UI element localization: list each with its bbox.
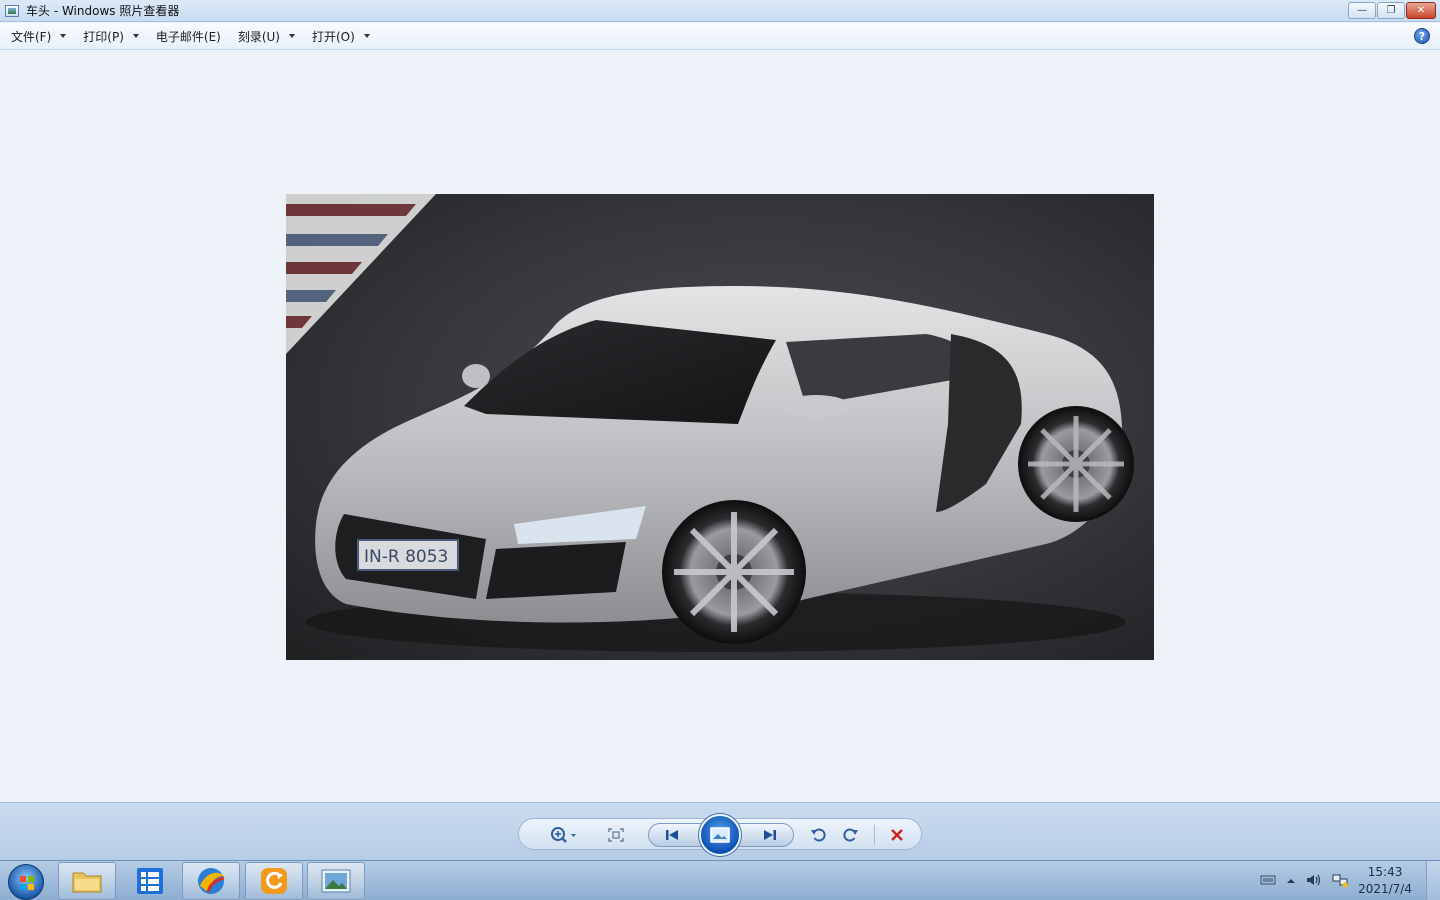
car-photo-illustration: IN-R 8053: [286, 194, 1134, 652]
menu-email-label: 电子邮件(E): [155, 29, 221, 44]
keyboard-icon[interactable]: [1260, 874, 1276, 889]
clock-time: 15:43: [1367, 865, 1403, 879]
menu-email[interactable]: 电子邮件(E): [149, 25, 228, 48]
photo-car[interactable]: IN-R 8053: [286, 194, 1154, 660]
slideshow-button[interactable]: [699, 814, 741, 856]
clock-date: 2021/7/4: [1358, 882, 1412, 896]
restore-button[interactable]: ❐: [1377, 2, 1405, 19]
slideshow-icon: [710, 827, 730, 843]
curb-stripes: [286, 194, 436, 354]
taskbar-app-grid[interactable]: [121, 862, 179, 900]
chevron-down-icon: [289, 34, 295, 38]
license-plate-text: IN-R 8053: [364, 547, 448, 567]
rotate-right-icon[interactable]: [840, 824, 862, 846]
network-icon[interactable]: [1332, 872, 1348, 891]
windows-logo-icon: [20, 876, 34, 890]
taskbar-browser[interactable]: [182, 862, 240, 900]
system-tray: 15:43 2021/7/4: [1260, 861, 1412, 900]
volume-icon[interactable]: [1306, 873, 1322, 890]
menu-open-label: 打开(O): [312, 29, 355, 44]
menu-file[interactable]: 文件(F): [4, 25, 73, 48]
menu-burn-label: 刻录(U): [237, 29, 280, 44]
refresh-app-icon: [261, 868, 287, 894]
app-grid-icon: [137, 868, 163, 894]
show-desktop-button[interactable]: [1426, 861, 1440, 900]
close-button[interactable]: ✕: [1406, 2, 1436, 19]
menu-open[interactable]: 打开(O): [305, 25, 377, 48]
clock[interactable]: 15:43 2021/7/4: [1358, 864, 1412, 898]
viewer-toolbar: [0, 802, 1440, 860]
toolbar-separator: [874, 825, 875, 845]
folder-icon: [72, 872, 102, 893]
delete-icon[interactable]: [886, 824, 908, 846]
taskbar-file-explorer[interactable]: [58, 862, 116, 900]
previous-icon[interactable]: [659, 824, 685, 846]
taskbar: 15:43 2021/7/4: [0, 860, 1440, 900]
zoom-icon[interactable]: [547, 824, 581, 846]
tray-expand-icon[interactable]: [1286, 874, 1296, 888]
browser-icon: [198, 868, 225, 894]
chevron-down-icon: [132, 34, 139, 38]
rotate-left-icon[interactable]: [807, 824, 829, 846]
photo-viewer-app-icon: [5, 4, 19, 17]
title-bar[interactable]: 车头 - Windows 照片查看器 — ❐ ✕: [0, 0, 1440, 22]
minimize-button[interactable]: —: [1348, 2, 1376, 19]
window-controls: — ❐ ✕: [1348, 2, 1436, 19]
actual-size-icon[interactable]: [605, 824, 627, 846]
next-icon[interactable]: [757, 824, 783, 846]
taskbar-refresh-app[interactable]: [245, 862, 303, 900]
menu-bar: 文件(F) 打印(P) 电子邮件(E) 刻录(U) 打开(O) ?: [0, 23, 1440, 50]
photo-viewer-icon: [321, 869, 351, 893]
chevron-down-icon: [363, 34, 370, 38]
chevron-down-icon: [60, 34, 67, 38]
start-button[interactable]: [8, 864, 44, 900]
menu-burn[interactable]: 刻录(U): [231, 25, 302, 48]
taskbar-photo-viewer[interactable]: [307, 862, 365, 900]
image-viewer-area[interactable]: IN-R 8053: [0, 50, 1440, 802]
toolbar-controls: [518, 814, 922, 856]
window-title: 车头 - Windows 照片查看器: [26, 4, 180, 18]
menu-print[interactable]: 打印(P): [76, 25, 146, 48]
menu-print-label: 打印(P): [83, 29, 124, 44]
menu-file-label: 文件(F): [11, 29, 52, 44]
help-icon[interactable]: ?: [1414, 28, 1430, 44]
